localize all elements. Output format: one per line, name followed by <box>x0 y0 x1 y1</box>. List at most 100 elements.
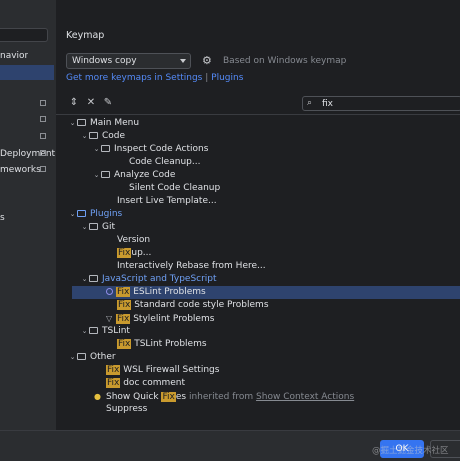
keymap-search-input[interactable]: ⌕ fix <box>302 96 460 111</box>
inherited-from-text: inherited from <box>188 392 254 402</box>
tree-action-suppress[interactable]: Suppress <box>106 403 147 416</box>
chevron-down-icon: ⌄ <box>81 275 88 283</box>
gear-icon[interactable]: ⚙ <box>202 55 214 67</box>
folder-icon <box>101 145 110 152</box>
search-input-value: fix <box>322 99 333 109</box>
settings-sidebar: navior Deployment meworks s <box>0 0 56 430</box>
sidebar-item-keymap[interactable] <box>0 65 54 80</box>
get-more-keymaps-link[interactable]: Get more keymaps in Settings <box>66 73 202 83</box>
tree-action-show-quick-fixes[interactable]: ● Show Quick Fixes inherited from Show Co… <box>94 390 354 403</box>
keymap-select[interactable]: Windows copy <box>66 53 191 69</box>
collapse-all-icon[interactable]: ✕ <box>85 97 97 109</box>
tree-node-label: Suppress <box>106 404 148 414</box>
chevron-down-icon: ⌄ <box>69 210 76 218</box>
tree-action-wsl-firewall[interactable]: Fix WSL Firewall Settings <box>106 364 219 377</box>
chevron-down-icon: ⌄ <box>93 171 100 179</box>
tree-node-label: Version <box>117 235 151 245</box>
folder-icon <box>89 132 98 139</box>
bulb-icon: ● <box>94 392 101 401</box>
tree-node-label: es <box>175 392 187 402</box>
tree-action-code-cleanup[interactable]: Code Cleanup... <box>129 156 200 169</box>
folder-icon <box>89 327 98 334</box>
divider <box>56 114 460 115</box>
chevron-down-icon: ⌄ <box>81 132 88 140</box>
sidebar-item-tools[interactable]: s <box>0 211 5 226</box>
keymap-select-value: Windows copy <box>72 56 137 66</box>
tree-node-tslint[interactable]: ⌄ TSLint <box>80 325 130 338</box>
folder-icon <box>77 119 86 126</box>
tree-node-label: TSLint Problems <box>131 339 207 349</box>
modified-marker-icon <box>40 116 46 122</box>
plugins-link[interactable]: Plugins <box>211 73 243 83</box>
tree-action-standard-code-style[interactable]: Fix Standard code style Problems <box>117 299 269 312</box>
sidebar-search-input[interactable] <box>0 28 48 42</box>
tree-node-label: ESLint Problems <box>130 287 206 297</box>
search-match-highlight: Fix <box>116 287 131 297</box>
tree-node-label: Plugins <box>90 209 123 219</box>
tree-node-inspect-code-actions[interactable]: ⌄ Inspect Code Actions <box>92 143 209 156</box>
sidebar-item-label: s <box>0 213 5 223</box>
tree-node-label: Inspect Code Actions <box>114 144 209 154</box>
tree-action-fixup[interactable]: Fixup... <box>117 247 151 260</box>
page-title: Keymap <box>66 30 105 41</box>
tree-node-code[interactable]: ⌄ Code <box>80 130 125 143</box>
tree-node-label: doc comment <box>120 378 186 388</box>
sidebar-item-behavior[interactable]: navior <box>0 49 28 64</box>
modified-marker-icon <box>40 150 46 156</box>
tree-action-stylelint-problems[interactable]: ▽ Fix Stylelint Problems <box>106 312 214 325</box>
edit-pencil-icon[interactable]: ✎ <box>102 97 114 109</box>
show-context-actions-link[interactable]: Show Context Actions <box>256 392 354 402</box>
tree-action-silent-code-cleanup[interactable]: Silent Code Cleanup <box>129 182 220 195</box>
tree-node-label: Analyze Code <box>114 170 176 180</box>
search-match-highlight: Fix <box>117 300 132 310</box>
sidebar-item-frameworks[interactable]: meworks <box>0 163 41 178</box>
search-match-highlight: Fix <box>106 378 121 388</box>
tree-node-label: Main Menu <box>90 118 140 128</box>
tree-action-interactive-rebase[interactable]: Interactively Rebase from Here... <box>117 260 266 273</box>
tree-node-label: WSL Firewall Settings <box>120 365 220 375</box>
tree-node-label: Show Quick <box>106 392 162 402</box>
tree-node-analyze-code[interactable]: ⌄ Analyze Code <box>92 169 176 182</box>
search-match-highlight: Fix <box>161 392 176 402</box>
stylelint-icon: ▽ <box>106 314 113 323</box>
search-match-highlight: Fix <box>116 314 131 324</box>
search-match-highlight: Fix <box>106 365 121 375</box>
tree-action-fix-doc-comment[interactable]: Fix doc comment <box>106 377 185 390</box>
folder-icon <box>101 171 110 178</box>
tree-node-git[interactable]: ⌄ Git <box>80 221 115 234</box>
expand-all-icon[interactable]: ⇕ <box>68 97 80 109</box>
tree-node-label: Silent Code Cleanup <box>129 183 221 193</box>
chevron-down-icon: ⌄ <box>81 223 88 231</box>
chevron-down-icon: ⌄ <box>69 353 76 361</box>
based-on-text: Based on Windows keymap <box>223 56 347 66</box>
search-icon: ⌕ <box>307 98 313 108</box>
tree-node-label: Other <box>90 352 116 362</box>
tree-node-label: Code Cleanup... <box>129 157 201 167</box>
search-match-highlight: Fix <box>117 339 132 349</box>
tree-node-javascript-typescript[interactable]: ⌄ JavaScript and TypeScript <box>80 273 217 286</box>
folder-icon <box>89 223 98 230</box>
folder-icon <box>89 275 98 282</box>
modified-marker-icon <box>40 133 46 139</box>
eslint-icon <box>106 288 113 295</box>
modified-marker-icon <box>40 100 46 106</box>
tree-node-plugins[interactable]: ⌄ Plugins <box>68 208 123 221</box>
tree-node-git-version[interactable]: Version <box>117 234 150 247</box>
tree-node-label: Git <box>102 222 116 232</box>
tree-node-label: JavaScript and TypeScript <box>102 274 217 284</box>
tree-action-tslint-problems[interactable]: Fix TSLint Problems <box>117 338 207 351</box>
chevron-down-icon: ⌄ <box>69 119 76 127</box>
chevron-down-icon: ⌄ <box>93 145 100 153</box>
chevron-down-icon: ⌄ <box>81 327 88 335</box>
tree-node-label: Code <box>102 131 126 141</box>
link-divider: | <box>205 73 209 83</box>
tree-node-main-menu[interactable]: ⌄ Main Menu <box>68 117 140 130</box>
tree-node-label: Insert Live Template... <box>117 196 217 206</box>
search-match-highlight: Fix <box>117 248 132 258</box>
tree-action-eslint-problems[interactable]: Fix ESLint Problems <box>106 286 206 299</box>
tree-node-other[interactable]: ⌄ Other <box>68 351 116 364</box>
tree-action-insert-live-template[interactable]: Insert Live Template... <box>117 195 217 208</box>
sidebar-item-deployment[interactable]: Deployment <box>0 147 55 162</box>
tree-node-label: TSLint <box>102 326 130 336</box>
watermark: @掘土掘金技术社区 <box>372 446 449 456</box>
